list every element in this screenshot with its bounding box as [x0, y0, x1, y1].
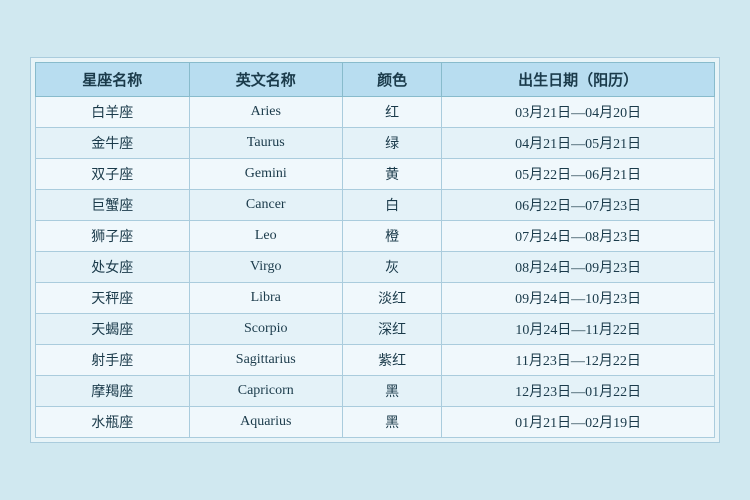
table-cell-9-3: 12月23日—01月22日 [442, 376, 715, 407]
table-cell-8-0: 射手座 [36, 345, 190, 376]
table-cell-5-2: 灰 [343, 252, 442, 283]
table-row: 狮子座Leo橙07月24日—08月23日 [36, 221, 715, 252]
table-cell-10-1: Aquarius [189, 407, 343, 438]
table-cell-9-1: Capricorn [189, 376, 343, 407]
table-cell-4-2: 橙 [343, 221, 442, 252]
table-cell-6-0: 天秤座 [36, 283, 190, 314]
table-row: 天秤座Libra淡红09月24日—10月23日 [36, 283, 715, 314]
table-cell-4-1: Leo [189, 221, 343, 252]
table-cell-4-0: 狮子座 [36, 221, 190, 252]
table-cell-0-0: 白羊座 [36, 97, 190, 128]
table-cell-0-2: 红 [343, 97, 442, 128]
table-cell-1-3: 04月21日—05月21日 [442, 128, 715, 159]
table-cell-9-0: 摩羯座 [36, 376, 190, 407]
column-header-1: 英文名称 [189, 63, 343, 97]
table-cell-8-3: 11月23日—12月22日 [442, 345, 715, 376]
table-cell-10-0: 水瓶座 [36, 407, 190, 438]
zodiac-table-wrapper: 星座名称英文名称颜色出生日期（阳历） 白羊座Aries红03月21日—04月20… [30, 57, 720, 443]
table-cell-8-1: Sagittarius [189, 345, 343, 376]
table-row: 巨蟹座Cancer白06月22日—07月23日 [36, 190, 715, 221]
table-cell-4-3: 07月24日—08月23日 [442, 221, 715, 252]
table-cell-0-3: 03月21日—04月20日 [442, 97, 715, 128]
table-row: 处女座Virgo灰08月24日—09月23日 [36, 252, 715, 283]
table-cell-10-2: 黑 [343, 407, 442, 438]
table-cell-2-2: 黄 [343, 159, 442, 190]
table-row: 摩羯座Capricorn黑12月23日—01月22日 [36, 376, 715, 407]
table-header-row: 星座名称英文名称颜色出生日期（阳历） [36, 63, 715, 97]
table-cell-3-3: 06月22日—07月23日 [442, 190, 715, 221]
table-row: 射手座Sagittarius紫红11月23日—12月22日 [36, 345, 715, 376]
table-cell-7-0: 天蝎座 [36, 314, 190, 345]
table-cell-1-2: 绿 [343, 128, 442, 159]
table-cell-5-0: 处女座 [36, 252, 190, 283]
column-header-3: 出生日期（阳历） [442, 63, 715, 97]
column-header-2: 颜色 [343, 63, 442, 97]
table-cell-1-0: 金牛座 [36, 128, 190, 159]
table-cell-3-0: 巨蟹座 [36, 190, 190, 221]
table-row: 双子座Gemini黄05月22日—06月21日 [36, 159, 715, 190]
table-cell-0-1: Aries [189, 97, 343, 128]
table-cell-2-3: 05月22日—06月21日 [442, 159, 715, 190]
table-cell-9-2: 黑 [343, 376, 442, 407]
table-cell-3-2: 白 [343, 190, 442, 221]
table-cell-10-3: 01月21日—02月19日 [442, 407, 715, 438]
table-cell-1-1: Taurus [189, 128, 343, 159]
table-cell-2-1: Gemini [189, 159, 343, 190]
table-cell-5-3: 08月24日—09月23日 [442, 252, 715, 283]
table-row: 水瓶座Aquarius黑01月21日—02月19日 [36, 407, 715, 438]
table-row: 金牛座Taurus绿04月21日—05月21日 [36, 128, 715, 159]
table-cell-7-1: Scorpio [189, 314, 343, 345]
zodiac-table: 星座名称英文名称颜色出生日期（阳历） 白羊座Aries红03月21日—04月20… [35, 62, 715, 438]
table-cell-6-3: 09月24日—10月23日 [442, 283, 715, 314]
table-cell-6-2: 淡红 [343, 283, 442, 314]
table-cell-8-2: 紫红 [343, 345, 442, 376]
column-header-0: 星座名称 [36, 63, 190, 97]
table-cell-2-0: 双子座 [36, 159, 190, 190]
table-cell-7-2: 深红 [343, 314, 442, 345]
table-cell-6-1: Libra [189, 283, 343, 314]
table-cell-5-1: Virgo [189, 252, 343, 283]
table-row: 白羊座Aries红03月21日—04月20日 [36, 97, 715, 128]
table-row: 天蝎座Scorpio深红10月24日—11月22日 [36, 314, 715, 345]
table-cell-3-1: Cancer [189, 190, 343, 221]
table-cell-7-3: 10月24日—11月22日 [442, 314, 715, 345]
